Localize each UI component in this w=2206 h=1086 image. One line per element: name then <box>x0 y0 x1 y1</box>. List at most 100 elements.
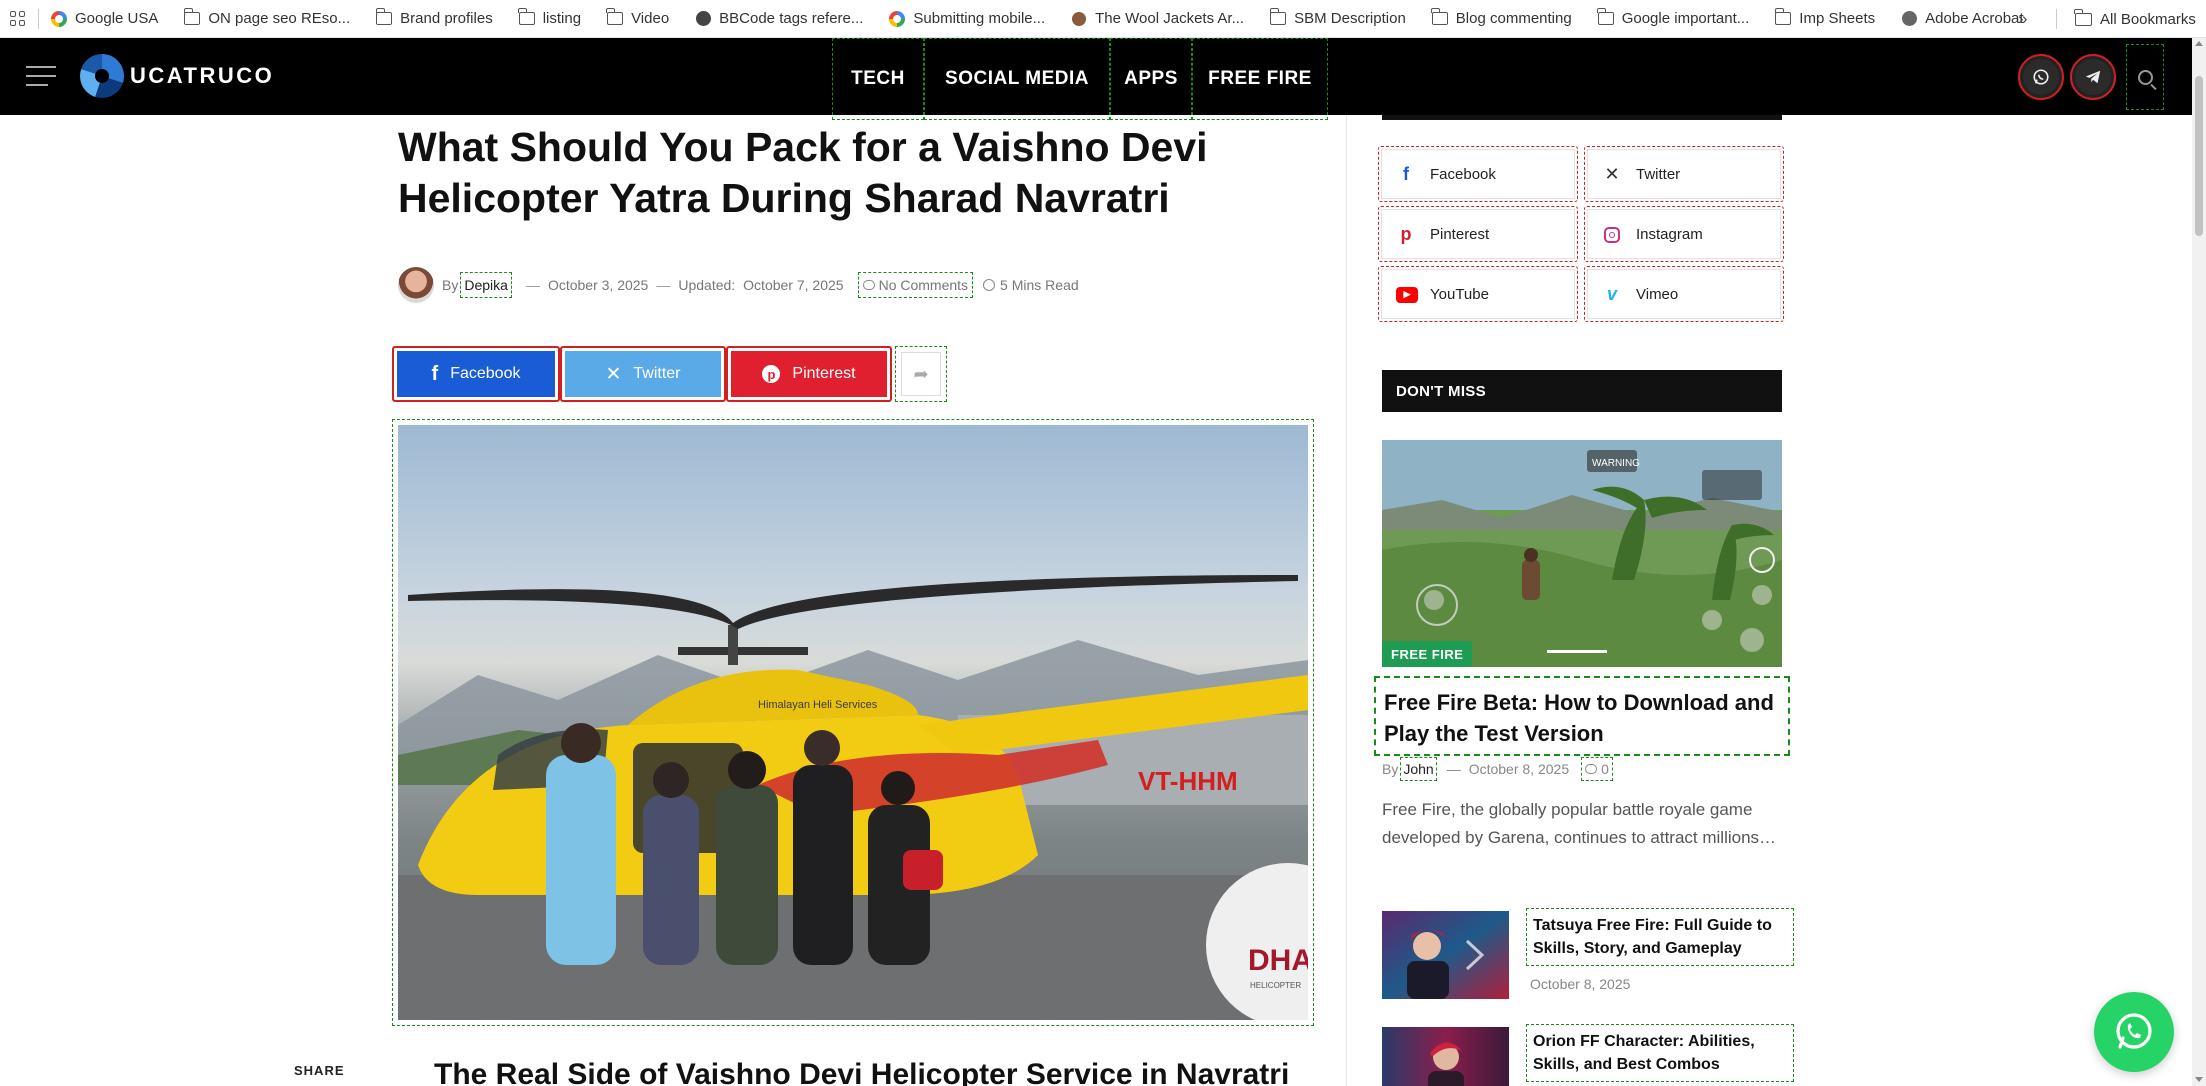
comment-count: 0 <box>1601 761 1609 777</box>
comments-link[interactable]: No Comments <box>857 272 974 298</box>
bookmark-item[interactable]: ON page seo REso... <box>183 8 351 27</box>
bookmark-item[interactable]: Blog commenting <box>1431 8 1572 27</box>
bookmark-label: BBCode tags refere... <box>719 10 864 27</box>
read-time-label: 5 Mins Read <box>1000 277 1079 293</box>
heli-tail-text: VT-HHM <box>1138 766 1238 796</box>
nav-item-apps[interactable]: APPS <box>1110 38 1192 120</box>
bookmark-label: Adobe Acrobat <box>1925 10 2024 27</box>
share-pinterest-label: Pinterest <box>792 365 856 382</box>
category-badge[interactable]: FREE FIRE <box>1382 641 1473 667</box>
bookmark-item[interactable]: Google USA <box>51 10 158 27</box>
social-youtube[interactable]: ▶ YouTube <box>1378 266 1578 322</box>
whatsapp-icon <box>2023 59 2059 95</box>
folder-icon <box>606 8 624 27</box>
folder-icon <box>183 8 201 27</box>
share-buttons: f Facebook ✕ Twitter p Pinterest ➦ <box>392 346 947 402</box>
share-more-button[interactable]: ➦ <box>895 346 947 402</box>
social-pinterest[interactable]: p Pinterest <box>1378 206 1578 262</box>
share-facebook-button[interactable]: f Facebook <box>392 346 560 402</box>
social-twitter[interactable]: ✕ Twitter <box>1584 146 1784 202</box>
bookmark-label: Google important... <box>1621 10 1750 27</box>
sidebar-top-bar <box>1382 115 1782 120</box>
social-facebook[interactable]: f Facebook <box>1378 146 1578 202</box>
featured-comments-link[interactable]: 0 <box>1581 757 1613 781</box>
article-subheading: The Real Side of Vaishno Devi Helicopter… <box>434 1058 1290 1086</box>
all-bookmarks-button[interactable]: All Bookmarks <box>2074 0 2196 38</box>
x-icon: ✕ <box>605 363 622 385</box>
social-vimeo[interactable]: v Vimeo <box>1584 266 1784 322</box>
featured-image: Himalayan Heli Services VT-HHM DHA HELIC… <box>398 425 1308 1020</box>
hamburger-menu-icon[interactable] <box>26 66 56 86</box>
bookmark-item[interactable]: Google important... <box>1597 8 1750 27</box>
bookmark-label: ON page seo REso... <box>208 10 351 27</box>
apps-grid-icon[interactable] <box>2 0 32 38</box>
share-pinterest-button[interactable]: p Pinterest <box>726 346 892 402</box>
free-fire-featured-image[interactable]: WARNING <box>1382 440 1782 667</box>
bookmark-item[interactable]: Video <box>606 8 669 27</box>
share-facebook-fill: f Facebook <box>397 351 555 397</box>
telegram-icon <box>2075 59 2111 95</box>
social-label: Twitter <box>1636 165 1681 183</box>
bookmark-label: Imp Sheets <box>1799 10 1876 27</box>
scroll-up-arrow-icon[interactable] <box>2195 41 2203 46</box>
bookmark-item[interactable]: BBCode tags refere... <box>695 10 863 27</box>
main-nav: TECH SOCIAL MEDIA APPS FREE FIRE <box>832 38 1328 120</box>
floating-whatsapp-button[interactable] <box>2094 992 2174 1072</box>
folder-icon <box>518 8 535 27</box>
author-avatar[interactable] <box>398 267 434 303</box>
read-time: 5 Mins Read <box>983 277 1079 293</box>
article-title: What Should You Pack for a Vaishno Devi … <box>398 124 1208 221</box>
featured-post-title: Free Fire Beta: How to Download and Play… <box>1384 690 1774 746</box>
bookmark-item[interactable]: The Wool Jackets Ar... <box>1071 10 1244 27</box>
telegram-header-button[interactable] <box>2070 54 2116 100</box>
pinterest-icon: p <box>1400 223 1412 244</box>
share-label: SHARE <box>294 1063 345 1078</box>
more-bookmarks-chevron-icon[interactable]: » <box>2018 0 2027 38</box>
header-search-button[interactable] <box>2126 44 2164 110</box>
bookmarks-divider <box>2056 9 2057 29</box>
nav-item-tech[interactable]: TECH <box>832 38 924 120</box>
sidebar-post-title-link[interactable]: Orion FF Character: Abilities, Skills, a… <box>1526 1024 1794 1082</box>
bookmark-item[interactable]: SBM Description <box>1269 8 1406 27</box>
bookmark-item[interactable]: Submitting mobile... <box>889 10 1045 27</box>
bookmark-item[interactable]: Brand profiles <box>375 8 493 27</box>
site-logo[interactable]: UCATRUCO <box>80 54 274 98</box>
bookmark-label: listing <box>542 10 582 27</box>
whatsapp-header-button[interactable] <box>2018 54 2064 100</box>
updated-date: October 7, 2025 <box>743 277 844 293</box>
social-follow-grid: f Facebook ✕ Twitter p Pinterest Instagram … <box>1378 146 1788 322</box>
share-twitter-fill: ✕ Twitter <box>565 351 721 397</box>
post-thumbnail[interactable] <box>1382 1027 1509 1086</box>
bookmark-item[interactable]: Adobe Acrobat <box>1901 10 2024 27</box>
nav-item-free-fire[interactable]: FREE FIRE <box>1192 38 1328 120</box>
page-scrollbar[interactable] <box>2192 38 2206 1086</box>
social-instagram[interactable]: Instagram <box>1584 206 1784 262</box>
by-label: By <box>1382 761 1399 777</box>
featured-date-label: October 8, 2025 <box>1468 761 1570 777</box>
post-thumbnail[interactable] <box>1382 911 1509 999</box>
instagram-icon <box>1602 224 1622 245</box>
facebook-icon: f <box>431 362 439 385</box>
pinterest-icon: p <box>762 365 781 383</box>
author-link[interactable]: Depika <box>460 272 512 298</box>
sidebar-post-title-link[interactable]: Tatsuya Free Fire: Full Guide to Skills,… <box>1526 908 1794 966</box>
search-icon <box>2137 69 2153 85</box>
featured-post-title-link[interactable]: Free Fire Beta: How to Download and Play… <box>1374 676 1790 756</box>
sidebar-divider <box>1346 115 1347 1086</box>
updated-label: Updated: <box>678 277 736 293</box>
featured-image-link[interactable]: Himalayan Heli Services VT-HHM DHA HELIC… <box>392 419 1314 1026</box>
scrollbar-thumb[interactable] <box>2195 76 2203 236</box>
folder-icon <box>1431 8 1448 27</box>
bookmark-item[interactable]: listing <box>518 8 582 27</box>
featured-post-meta: By John — October 8, 2025 0 <box>1382 757 1613 781</box>
scroll-down-arrow-icon[interactable] <box>2195 1077 2203 1082</box>
clock-icon <box>983 279 996 291</box>
featured-author-link[interactable]: John <box>1400 757 1437 781</box>
folder-icon <box>1597 8 1614 27</box>
nav-item-social-media[interactable]: SOCIAL MEDIA <box>924 38 1110 120</box>
bookmark-item[interactable]: Imp Sheets <box>1774 8 1876 27</box>
social-label: Instagram <box>1636 225 1703 243</box>
share-twitter-button[interactable]: ✕ Twitter <box>560 346 726 402</box>
bookmark-label: Blog commenting <box>1455 10 1572 27</box>
comments-label: No Comments <box>878 277 969 293</box>
